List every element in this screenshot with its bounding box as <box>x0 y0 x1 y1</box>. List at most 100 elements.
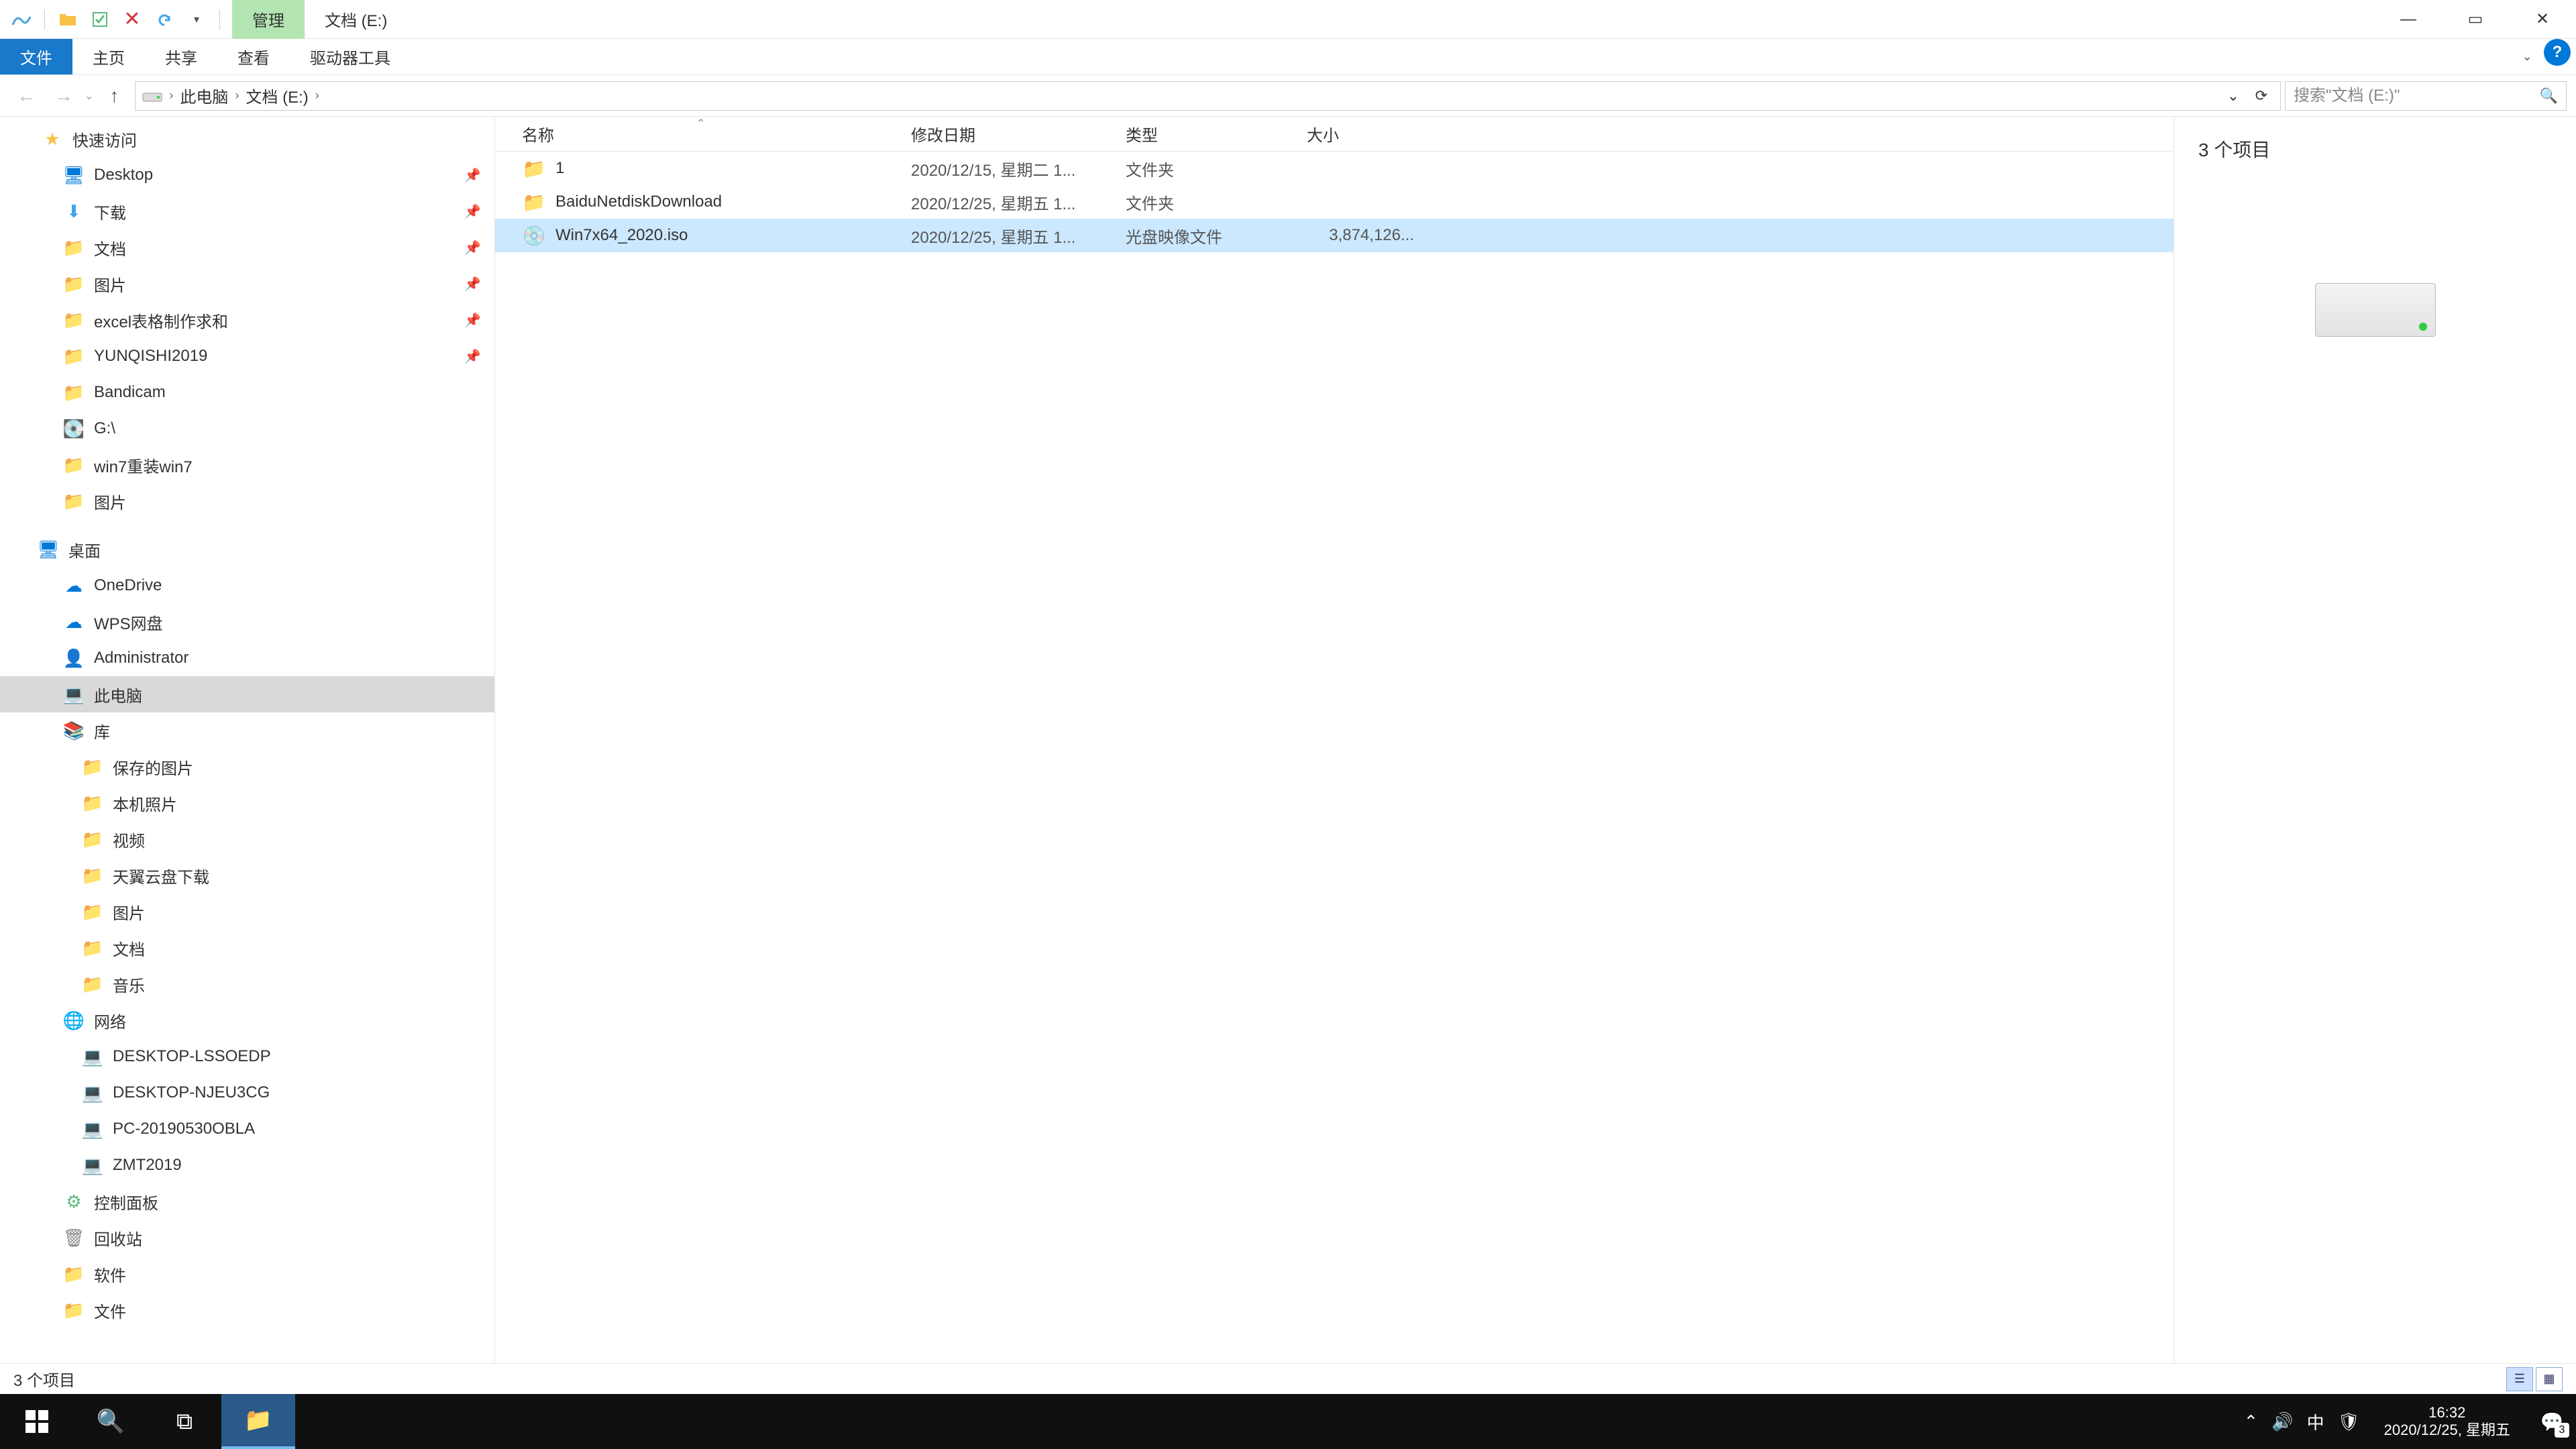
nav-item-tianyi[interactable]: 📁天翼云盘下载 <box>0 857 494 894</box>
start-button[interactable] <box>0 1394 74 1449</box>
nav-label: excel表格制作求和 <box>94 309 228 332</box>
help-icon[interactable]: ? <box>2544 39 2571 66</box>
nav-item-files[interactable]: 📁文件 <box>0 1292 494 1328</box>
nav-item-wpscloud[interactable]: ☁WPS网盘 <box>0 604 494 640</box>
nav-item-this-pc[interactable]: 💻此电脑 <box>0 676 494 712</box>
view-large-icons-button[interactable]: ▦ <box>2536 1367 2563 1391</box>
expand-ribbon-icon[interactable]: ⌄ <box>2510 39 2544 74</box>
ribbon-tab-view[interactable]: 查看 <box>217 39 290 74</box>
search-box[interactable]: 🔍 <box>2285 81 2567 111</box>
taskbar-explorer-button[interactable]: 📁 <box>221 1394 295 1449</box>
view-details-button[interactable]: ☰ <box>2506 1367 2533 1391</box>
nav-item-videos[interactable]: 📁视频 <box>0 821 494 857</box>
nav-item-excel[interactable]: 📁excel表格制作求和📌 <box>0 302 494 338</box>
clock-time: 16:32 <box>2384 1404 2510 1421</box>
ribbon-tab-home[interactable]: 主页 <box>72 39 145 74</box>
nav-item-gdrive[interactable]: 💽G:\ <box>0 411 494 447</box>
taskbar-search-button[interactable]: 🔍 <box>74 1394 148 1449</box>
nav-item-downloads[interactable]: ⬇下载📌 <box>0 193 494 229</box>
action-center-button[interactable]: 💬3 <box>2534 1404 2569 1439</box>
close-button[interactable]: ✕ <box>2509 0 2576 39</box>
column-header-size[interactable]: 大小 <box>1307 122 1414 146</box>
nav-label: DESKTOP-NJEU3CG <box>113 1083 270 1102</box>
ribbon-tab-share[interactable]: 共享 <box>145 39 217 74</box>
chevron-right-icon[interactable]: › <box>315 89 319 103</box>
nav-item-net-pc2[interactable]: 💻DESKTOP-NJEU3CG <box>0 1075 494 1111</box>
nav-label: 回收站 <box>94 1226 142 1250</box>
minimize-button[interactable]: ― <box>2375 0 2442 39</box>
nav-item-cameraroll[interactable]: 📁本机照片 <box>0 785 494 821</box>
nav-item-libraries[interactable]: 📚库 <box>0 712 494 749</box>
security-icon[interactable]: 🛡 <box>2338 1411 2360 1432</box>
nav-up-button[interactable]: ↑ <box>97 83 131 109</box>
taskbar-clock[interactable]: 16:32 2020/12/25, 星期五 <box>2373 1404 2521 1439</box>
file-row[interactable]: 📁1 2020/12/15, 星期二 1... 文件夹 <box>495 152 2174 185</box>
contextual-tab-label: 管理 <box>232 0 305 39</box>
chevron-right-icon[interactable]: › <box>235 89 239 103</box>
nav-label: ZMT2019 <box>113 1156 182 1175</box>
nav-item-music[interactable]: 📁音乐 <box>0 966 494 1002</box>
nav-item-libpics[interactable]: 📁图片 <box>0 894 494 930</box>
nav-item-pictures[interactable]: 📁图片📌 <box>0 266 494 302</box>
refresh-icon[interactable]: ⟳ <box>2249 84 2273 108</box>
nav-item-net-pc4[interactable]: 💻ZMT2019 <box>0 1147 494 1183</box>
address-dropdown-icon[interactable]: ⌄ <box>2221 84 2245 108</box>
nav-item-documents[interactable]: 📁文档📌 <box>0 229 494 266</box>
volume-icon[interactable]: 🔊 <box>2271 1411 2293 1432</box>
nav-label: YUNQISHI2019 <box>94 347 207 366</box>
libraries-icon: 📚 <box>62 718 86 743</box>
folder-icon[interactable] <box>54 6 81 33</box>
customize-qat-dropdown-icon[interactable]: ▾ <box>183 6 210 33</box>
nav-item-net-pc1[interactable]: 💻DESKTOP-LSSOEDP <box>0 1038 494 1075</box>
file-row[interactable]: 💿Win7x64_2020.iso 2020/12/25, 星期五 1... 光… <box>495 219 2174 252</box>
nav-label: 图片 <box>94 272 126 296</box>
nav-item-pictures2[interactable]: 📁图片 <box>0 483 494 519</box>
files-container[interactable]: 📁1 2020/12/15, 星期二 1... 文件夹 📁BaiduNetdis… <box>495 152 2174 1363</box>
nav-item-desktop[interactable]: 🖥Desktop📌 <box>0 157 494 193</box>
separator <box>219 9 220 30</box>
delete-icon[interactable]: ✕ <box>119 6 146 33</box>
nav-label: 保存的图片 <box>113 755 193 779</box>
nav-item-savedpics[interactable]: 📁保存的图片 <box>0 749 494 785</box>
nav-item-administrator[interactable]: 👤Administrator <box>0 640 494 676</box>
ribbon-tab-drive-tools[interactable]: 驱动器工具 <box>290 39 411 74</box>
nav-item-recycle-bin[interactable]: 🗑回收站 <box>0 1220 494 1256</box>
title-bar: ✕ ▾ 管理 文档 (E:) ― ▭ ✕ <box>0 0 2576 39</box>
nav-item-control-panel[interactable]: ⚙控制面板 <box>0 1183 494 1220</box>
nav-item-libdocs[interactable]: 📁文档 <box>0 930 494 966</box>
breadcrumb-current[interactable]: 文档 (E:) <box>246 84 308 107</box>
ime-indicator[interactable]: 中 <box>2307 1409 2324 1434</box>
nav-item-software[interactable]: 📁软件 <box>0 1256 494 1292</box>
column-header-type[interactable]: 类型 <box>1126 122 1307 146</box>
notification-count-badge: 3 <box>2555 1423 2569 1438</box>
search-input[interactable] <box>2294 87 2540 105</box>
window-controls: ― ▭ ✕ <box>2375 0 2576 39</box>
nav-item-onedrive[interactable]: ☁OneDrive <box>0 568 494 604</box>
task-view-button[interactable]: ⧉ <box>148 1394 221 1449</box>
folder-icon: 📁 <box>80 936 105 960</box>
nav-item-yunqishi[interactable]: 📁YUNQISHI2019📌 <box>0 338 494 374</box>
folder-icon: 📁 <box>80 972 105 996</box>
breadcrumb-this-pc[interactable]: 此电脑 <box>180 84 228 107</box>
nav-back-button[interactable]: ← <box>9 83 43 109</box>
navigation-pane[interactable]: ★ 快速访问 🖥Desktop📌 ⬇下载📌 📁文档📌 📁图片📌 📁excel表格… <box>0 117 495 1363</box>
address-bar[interactable]: › 此电脑 › 文档 (E:) › ⌄ ⟳ <box>135 81 2281 111</box>
nav-desktop-root[interactable]: 🖥桌面 <box>0 531 494 568</box>
nav-item-bandicam[interactable]: 📁Bandicam <box>0 374 494 411</box>
nav-forward-button[interactable]: → <box>47 83 80 109</box>
maximize-button[interactable]: ▭ <box>2442 0 2509 39</box>
nav-item-network[interactable]: 🌐网络 <box>0 1002 494 1038</box>
recent-locations-dropdown-icon[interactable]: ⌄ <box>85 89 93 103</box>
chevron-right-icon[interactable]: › <box>169 89 173 103</box>
file-row[interactable]: 📁BaiduNetdiskDownload 2020/12/25, 星期五 1.… <box>495 185 2174 219</box>
ribbon-tab-file[interactable]: 文件 <box>0 39 72 74</box>
nav-quick-access[interactable]: ★ 快速访问 <box>0 121 494 157</box>
nav-item-net-pc3[interactable]: 💻PC-20190530OBLA <box>0 1111 494 1147</box>
column-header-date[interactable]: 修改日期 <box>911 122 1126 146</box>
properties-icon[interactable] <box>87 6 113 33</box>
column-header-name[interactable]: 名称 <box>522 122 911 146</box>
tray-overflow-icon[interactable]: ⌃ <box>2243 1411 2258 1432</box>
undo-icon[interactable] <box>151 6 178 33</box>
nav-item-win7reinstall[interactable]: 📁win7重装win7 <box>0 447 494 483</box>
search-icon[interactable]: 🔍 <box>2540 87 2558 105</box>
